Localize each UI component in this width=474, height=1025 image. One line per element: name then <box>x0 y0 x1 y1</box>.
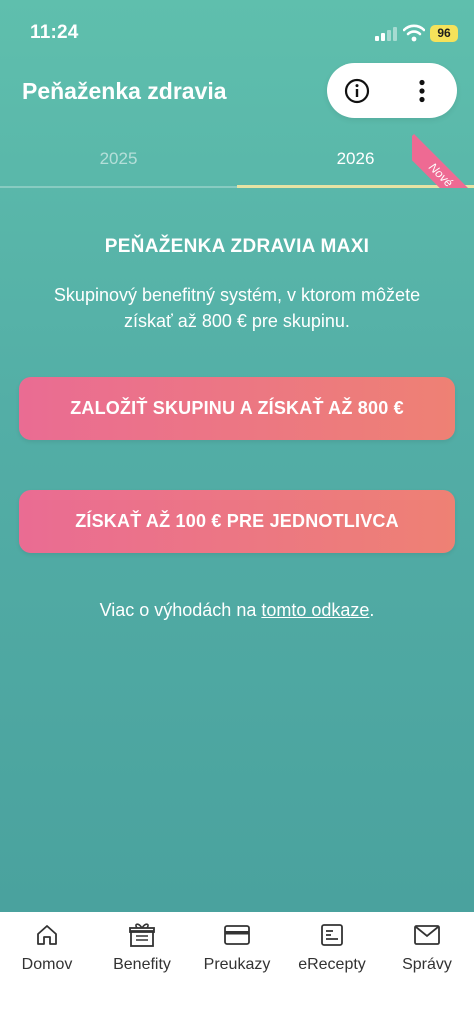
nav-label-benefits: Benefity <box>113 956 171 973</box>
more-info-prefix: Viac o výhodách na <box>99 600 262 620</box>
create-group-button[interactable]: ZALOŽIŤ SKUPINU A ZÍSKAŤ AŽ 800 € <box>19 377 455 440</box>
nav-label-cards: Preukazy <box>203 956 271 973</box>
more-info-link[interactable]: tomto odkaze <box>261 600 369 620</box>
nav-label-prescriptions: eRecepty <box>298 956 366 973</box>
new-badge: Nové <box>412 130 474 188</box>
battery-indicator: 96 <box>430 25 458 42</box>
nav-label-home: Domov <box>21 956 73 973</box>
section-description: Skupinový benefitný systém, v ktorom môž… <box>53 285 421 331</box>
year-tabs: 2025 2026 <box>0 130 474 188</box>
home-icon <box>33 922 61 948</box>
nav-item-benefits[interactable]: Benefity <box>95 912 189 992</box>
status-time: 11:24 <box>30 22 79 43</box>
nav-item-home[interactable]: Domov <box>0 912 94 992</box>
tab-2025[interactable]: 2025 <box>0 130 237 188</box>
bottom-navigation: Domov Benefity Preukazy eRecepty Správy <box>0 912 474 1025</box>
header-actions <box>327 63 457 118</box>
mail-icon <box>413 922 441 948</box>
nav-item-prescriptions[interactable]: eRecepty <box>285 912 379 992</box>
gift-icon <box>128 922 156 948</box>
nav-label-messages: Správy <box>402 956 452 973</box>
more-info-suffix: . <box>369 600 375 620</box>
prescription-icon <box>318 922 346 948</box>
individual-benefit-button[interactable]: ZÍSKAŤ AŽ 100 € PRE JEDNOTLIVCA <box>19 490 455 553</box>
signal-icon <box>375 27 397 41</box>
card-icon <box>223 922 251 948</box>
section-heading: PEŇAŽENKA ZDRAVIA MAXI <box>104 236 370 257</box>
more-info-text: Viac o výhodách na tomto odkaze. <box>0 600 474 621</box>
more-vertical-icon <box>419 79 425 102</box>
app-screen: 11:24 96 Peňaženka zdravia 2025 2026 Nov… <box>0 0 474 912</box>
nav-item-messages[interactable]: Správy <box>380 912 474 992</box>
nav-item-cards[interactable]: Preukazy <box>190 912 284 992</box>
wifi-icon <box>403 24 425 42</box>
new-badge-label: Nové <box>412 134 474 188</box>
page-title: Peňaženka zdravia <box>22 78 227 104</box>
info-button[interactable] <box>327 63 387 118</box>
more-options-button[interactable] <box>392 63 452 118</box>
status-bar: 11:24 96 <box>0 0 474 64</box>
info-icon <box>344 78 370 103</box>
